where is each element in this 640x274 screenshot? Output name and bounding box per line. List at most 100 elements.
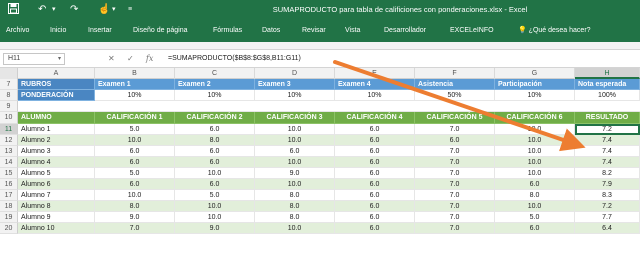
row-number[interactable]: 11: [0, 124, 18, 135]
row-number[interactable]: 12: [0, 135, 18, 146]
grade-cell[interactable]: 7.0: [415, 223, 495, 234]
tab-diseno-de-pagina[interactable]: Diseño de página: [133, 25, 188, 37]
tab-revisar[interactable]: Revisar: [302, 25, 326, 37]
grade-cell[interactable]: 5.0: [95, 168, 175, 179]
grade-cell[interactable]: 10.0: [495, 157, 575, 168]
student-name-cell[interactable]: Alumno 5: [18, 168, 95, 179]
grade-cell[interactable]: 5.0: [175, 190, 255, 201]
grade-cell[interactable]: 10.0: [255, 124, 335, 135]
grade-cell[interactable]: 6.0: [335, 146, 415, 157]
blank-cell[interactable]: [18, 101, 640, 112]
grade-cell[interactable]: 6.0: [335, 179, 415, 190]
grade-cell[interactable]: 6.0: [255, 146, 335, 157]
grade-cell[interactable]: 8.0: [175, 135, 255, 146]
select-all-corner[interactable]: [0, 68, 18, 79]
row-number[interactable]: 18: [0, 201, 18, 212]
result-cell[interactable]: 7.4: [575, 157, 640, 168]
student-name-cell[interactable]: Alumno 7: [18, 190, 95, 201]
grade-cell[interactable]: 6.0: [335, 168, 415, 179]
grade-cell[interactable]: 10.0: [255, 223, 335, 234]
column-header-c[interactable]: C: [175, 68, 255, 79]
tab-exceleinfo[interactable]: EXCELeINFO: [450, 25, 494, 37]
result-cell[interactable]: 6.4: [575, 223, 640, 234]
row-number[interactable]: 7: [0, 79, 18, 90]
grade-cell[interactable]: 7.0: [415, 168, 495, 179]
grade-cell[interactable]: 6.0: [335, 223, 415, 234]
rubro-cell[interactable]: Examen 3: [255, 79, 335, 90]
column-title[interactable]: RESULTADO: [575, 112, 640, 124]
rubro-cell[interactable]: Examen 4: [335, 79, 415, 90]
student-name-cell[interactable]: Alumno 8: [18, 201, 95, 212]
column-title[interactable]: CALIFICACIÓN 4: [335, 112, 415, 124]
grade-cell[interactable]: 6.0: [175, 124, 255, 135]
result-cell[interactable]: 7.9: [575, 179, 640, 190]
redo-icon[interactable]: ↷: [70, 3, 78, 17]
grade-cell[interactable]: 6.0: [335, 201, 415, 212]
grade-cell[interactable]: 8.0: [255, 190, 335, 201]
grade-cell[interactable]: 6.0: [335, 124, 415, 135]
grade-cell[interactable]: 7.0: [415, 179, 495, 190]
student-name-cell[interactable]: Alumno 6: [18, 179, 95, 190]
column-title[interactable]: CALIFICACIÓN 3: [255, 112, 335, 124]
weight-cell[interactable]: 10%: [255, 90, 335, 101]
grade-cell[interactable]: 6.0: [175, 157, 255, 168]
cancel-icon[interactable]: ✕: [108, 54, 115, 63]
grade-cell[interactable]: 10.0: [175, 168, 255, 179]
formula-input[interactable]: =SUMAPRODUCTO($B$8:$G$8,B11:G11): [168, 53, 628, 65]
grade-cell[interactable]: 9.0: [255, 168, 335, 179]
column-header-a[interactable]: A: [18, 68, 95, 79]
enter-icon[interactable]: ✓: [127, 54, 134, 63]
column-title[interactable]: CALIFICACIÓN 6: [495, 112, 575, 124]
weight-cell[interactable]: 50%: [415, 90, 495, 101]
ponderacion-label[interactable]: PONDERACIÓN: [18, 90, 95, 101]
grade-cell[interactable]: 8.0: [255, 201, 335, 212]
undo-dropdown-icon[interactable]: ▾: [52, 3, 56, 17]
column-header-e[interactable]: E: [335, 68, 415, 79]
grade-cell[interactable]: 10.0: [95, 135, 175, 146]
column-title[interactable]: ALUMNO: [18, 112, 95, 124]
grade-cell[interactable]: 9.0: [95, 212, 175, 223]
chevron-down-icon[interactable]: ▾: [58, 54, 61, 64]
result-cell[interactable]: 7.2: [575, 124, 640, 135]
rubro-cell[interactable]: Nota esperada: [575, 79, 640, 90]
grade-cell[interactable]: 6.0: [95, 179, 175, 190]
undo-icon[interactable]: ↶: [38, 3, 46, 17]
column-header-d[interactable]: D: [255, 68, 335, 79]
result-cell[interactable]: 8.2: [575, 168, 640, 179]
result-cell[interactable]: 8.3: [575, 190, 640, 201]
column-header-h[interactable]: H: [575, 68, 640, 79]
student-name-cell[interactable]: Alumno 2: [18, 135, 95, 146]
grade-cell[interactable]: 10.0: [495, 146, 575, 157]
grade-cell[interactable]: 6.0: [495, 223, 575, 234]
tab-insertar[interactable]: Insertar: [88, 25, 112, 37]
column-title[interactable]: CALIFICACIÓN 1: [95, 112, 175, 124]
grade-cell[interactable]: 6.0: [175, 179, 255, 190]
grade-cell[interactable]: 7.0: [415, 190, 495, 201]
tab-formulas[interactable]: Fórmulas: [213, 25, 242, 37]
row-number[interactable]: 9: [0, 101, 18, 112]
grade-cell[interactable]: 10.0: [255, 135, 335, 146]
row-number[interactable]: 19: [0, 212, 18, 223]
column-title[interactable]: CALIFICACIÓN 5: [415, 112, 495, 124]
grade-cell[interactable]: 10.0: [495, 124, 575, 135]
column-title[interactable]: CALIFICACIÓN 2: [175, 112, 255, 124]
row-number[interactable]: 14: [0, 157, 18, 168]
tab-datos[interactable]: Datos: [262, 25, 280, 37]
grade-cell[interactable]: 5.0: [95, 124, 175, 135]
row-number[interactable]: 20: [0, 223, 18, 234]
grade-cell[interactable]: 7.0: [415, 157, 495, 168]
column-header-b[interactable]: B: [95, 68, 175, 79]
result-cell[interactable]: 7.4: [575, 146, 640, 157]
row-number[interactable]: 17: [0, 190, 18, 201]
grade-cell[interactable]: 6.0: [95, 146, 175, 157]
grade-cell[interactable]: 8.0: [495, 190, 575, 201]
grade-cell[interactable]: 8.0: [95, 201, 175, 212]
weight-cell[interactable]: 10%: [495, 90, 575, 101]
row-number[interactable]: 16: [0, 179, 18, 190]
grade-cell[interactable]: 7.0: [95, 223, 175, 234]
column-header-f[interactable]: F: [415, 68, 495, 79]
rubros-label[interactable]: RUBROS: [18, 79, 95, 90]
grade-cell[interactable]: 10.0: [495, 201, 575, 212]
grade-cell[interactable]: 10.0: [255, 157, 335, 168]
rubro-cell[interactable]: Examen 2: [175, 79, 255, 90]
